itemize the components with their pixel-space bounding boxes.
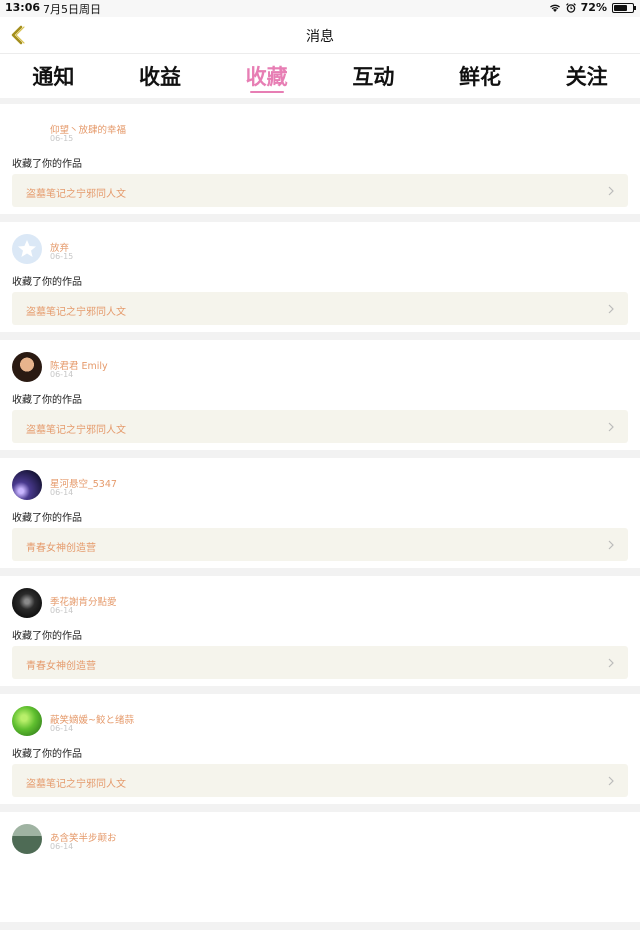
status-time: 13:06 (5, 1, 41, 14)
tab-interaction[interactable]: 互动 (320, 54, 427, 98)
wifi-icon (549, 4, 560, 12)
chevron-right-icon (608, 658, 614, 668)
notification-date: 06-15 (50, 134, 74, 143)
notification-date: 06-14 (50, 488, 74, 497)
avatar[interactable] (12, 352, 42, 382)
tab-earnings[interactable]: 收益 (107, 54, 214, 98)
status-icons: 72% (549, 1, 636, 14)
tab-favorites[interactable]: 收藏 (213, 54, 320, 98)
action-text: 收藏了你的作品 (12, 749, 82, 760)
avatar[interactable] (12, 234, 42, 264)
tab-bar: 通知 收益 收藏 互动 鲜花 关注 (0, 54, 640, 98)
chevron-right-icon (608, 186, 614, 196)
default-avatar-icon (18, 240, 36, 257)
avatar[interactable] (12, 116, 42, 146)
work-link[interactable]: 盗墓笔记之宁邪同人文 (12, 410, 628, 443)
list-item: 蔽笑嫡媛~鲛と绪蒜 06-14 收藏了你的作品 盗墓笔记之宁邪同人文 (0, 694, 640, 804)
action-text: 收藏了你的作品 (12, 631, 82, 642)
avatar[interactable] (12, 824, 42, 854)
battery-icon (612, 2, 636, 13)
chevron-right-icon (608, 776, 614, 786)
work-link[interactable]: 青春女神创造营 (12, 646, 628, 679)
tab-flowers[interactable]: 鲜花 (427, 54, 534, 98)
list-item: 星河悬空_5347 06-14 收藏了你的作品 青春女神创造营 (0, 458, 640, 568)
battery-percent: 72% (580, 1, 607, 14)
work-title: 盗墓笔记之宁邪同人文 (26, 779, 126, 790)
work-title: 盗墓笔记之宁邪同人文 (26, 425, 126, 436)
work-title: 盗墓笔记之宁邪同人文 (26, 307, 126, 318)
avatar[interactable] (12, 470, 42, 500)
list-item: あ含笑半步颠お 06-14 (0, 812, 640, 922)
list-item: 放弃 06-15 收藏了你的作品 盗墓笔记之宁邪同人文 (0, 222, 640, 332)
work-link[interactable]: 盗墓笔记之宁邪同人文 (12, 292, 628, 325)
notification-list: 仰望丶放肆的幸福 06-15 收藏了你的作品 盗墓笔记之宁邪同人文 放弃 06-… (0, 104, 640, 930)
tab-notice[interactable]: 通知 (0, 54, 107, 98)
chevron-right-icon (608, 540, 614, 550)
chevron-right-icon (608, 304, 614, 314)
action-text: 收藏了你的作品 (12, 159, 82, 170)
alarm-icon (565, 2, 576, 13)
work-title: 盗墓笔记之宁邪同人文 (26, 189, 126, 200)
avatar[interactable] (12, 588, 42, 618)
notification-date: 06-14 (50, 606, 74, 615)
notification-date: 06-14 (50, 370, 74, 379)
action-text: 收藏了你的作品 (12, 513, 82, 524)
tab-follow[interactable]: 关注 (533, 54, 640, 98)
action-text: 收藏了你的作品 (12, 395, 82, 406)
page-title: 消息 (306, 29, 334, 45)
status-date: 7月5日周日 (43, 3, 101, 16)
work-title: 青春女神创造营 (26, 661, 96, 672)
avatar[interactable] (12, 706, 42, 736)
work-link[interactable]: 青春女神创造营 (12, 528, 628, 561)
status-bar: 13:06 7月5日周日 72% (0, 0, 640, 17)
work-title: 青春女神创造营 (26, 543, 96, 554)
notification-date: 06-15 (50, 252, 74, 261)
chevron-right-icon (608, 422, 614, 432)
work-link[interactable]: 盗墓笔记之宁邪同人文 (12, 174, 628, 207)
list-item: 仰望丶放肆的幸福 06-15 收藏了你的作品 盗墓笔记之宁邪同人文 (0, 104, 640, 214)
nav-bar: 消息 (0, 17, 640, 54)
action-text: 收藏了你的作品 (12, 277, 82, 288)
notification-date: 06-14 (50, 842, 74, 851)
list-item: 陈君君 Emily 06-14 收藏了你的作品 盗墓笔记之宁邪同人文 (0, 340, 640, 450)
list-item: 季花謝肯分點愛 06-14 收藏了你的作品 青春女神创造营 (0, 576, 640, 686)
notification-date: 06-14 (50, 724, 74, 733)
work-link[interactable]: 盗墓笔记之宁邪同人文 (12, 764, 628, 797)
